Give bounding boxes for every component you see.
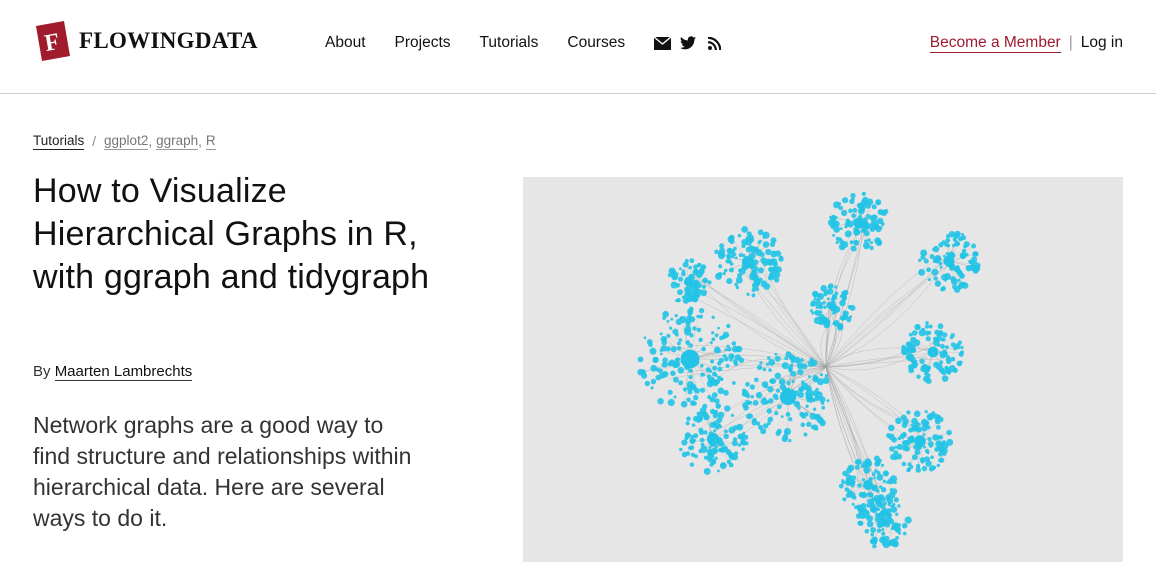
logo-wordmark: FLOWINGDATA (79, 28, 258, 53)
nav-tutorials[interactable]: Tutorials (480, 33, 539, 53)
breadcrumb: Tutorials / ggplot2, ggraph, R (33, 133, 216, 150)
become-member-link[interactable]: Become a Member (929, 33, 1061, 53)
rss-icon[interactable] (705, 34, 723, 52)
article-dek: Network graphs are a good way to find st… (33, 412, 412, 531)
breadcrumb-tutorials[interactable]: Tutorials (33, 133, 85, 150)
site-logo[interactable]: F FLOWINGDATA (33, 20, 258, 62)
hierarchical-graph-illustration (637, 191, 981, 549)
twitter-icon[interactable] (679, 34, 697, 52)
hero-image[interactable] (523, 177, 1123, 562)
social-links (653, 34, 731, 52)
breadcrumb-divider: / (92, 134, 97, 149)
tag-ggplot2[interactable]: ggplot2 (104, 133, 149, 150)
tag-comma: , (148, 134, 153, 149)
tag-comma: , (198, 134, 202, 149)
nav-courses[interactable]: Courses (567, 33, 625, 53)
byline: By Maarten Lambrechts (33, 363, 193, 381)
nav-projects[interactable]: Projects (395, 33, 451, 53)
tag-r[interactable]: R (205, 133, 216, 150)
login-link[interactable]: Log in (1081, 34, 1123, 52)
article-title: How to Visualize Hierarchical Graphs in … (33, 172, 430, 296)
mail-icon[interactable] (653, 34, 671, 52)
account-links: Become a Member | Log in (929, 33, 1123, 53)
site-header: F FLOWINGDATA About Projects Tutorials C… (0, 0, 1156, 94)
author-link[interactable]: Maarten Lambrechts (54, 363, 193, 381)
byline-label: By (33, 363, 51, 380)
nav-about[interactable]: About (325, 33, 366, 53)
account-separator: | (1068, 34, 1073, 51)
main-nav: About Projects Tutorials Courses (325, 33, 731, 53)
tag-ggraph[interactable]: ggraph (156, 133, 199, 150)
logo-mark-icon: F (36, 21, 70, 61)
